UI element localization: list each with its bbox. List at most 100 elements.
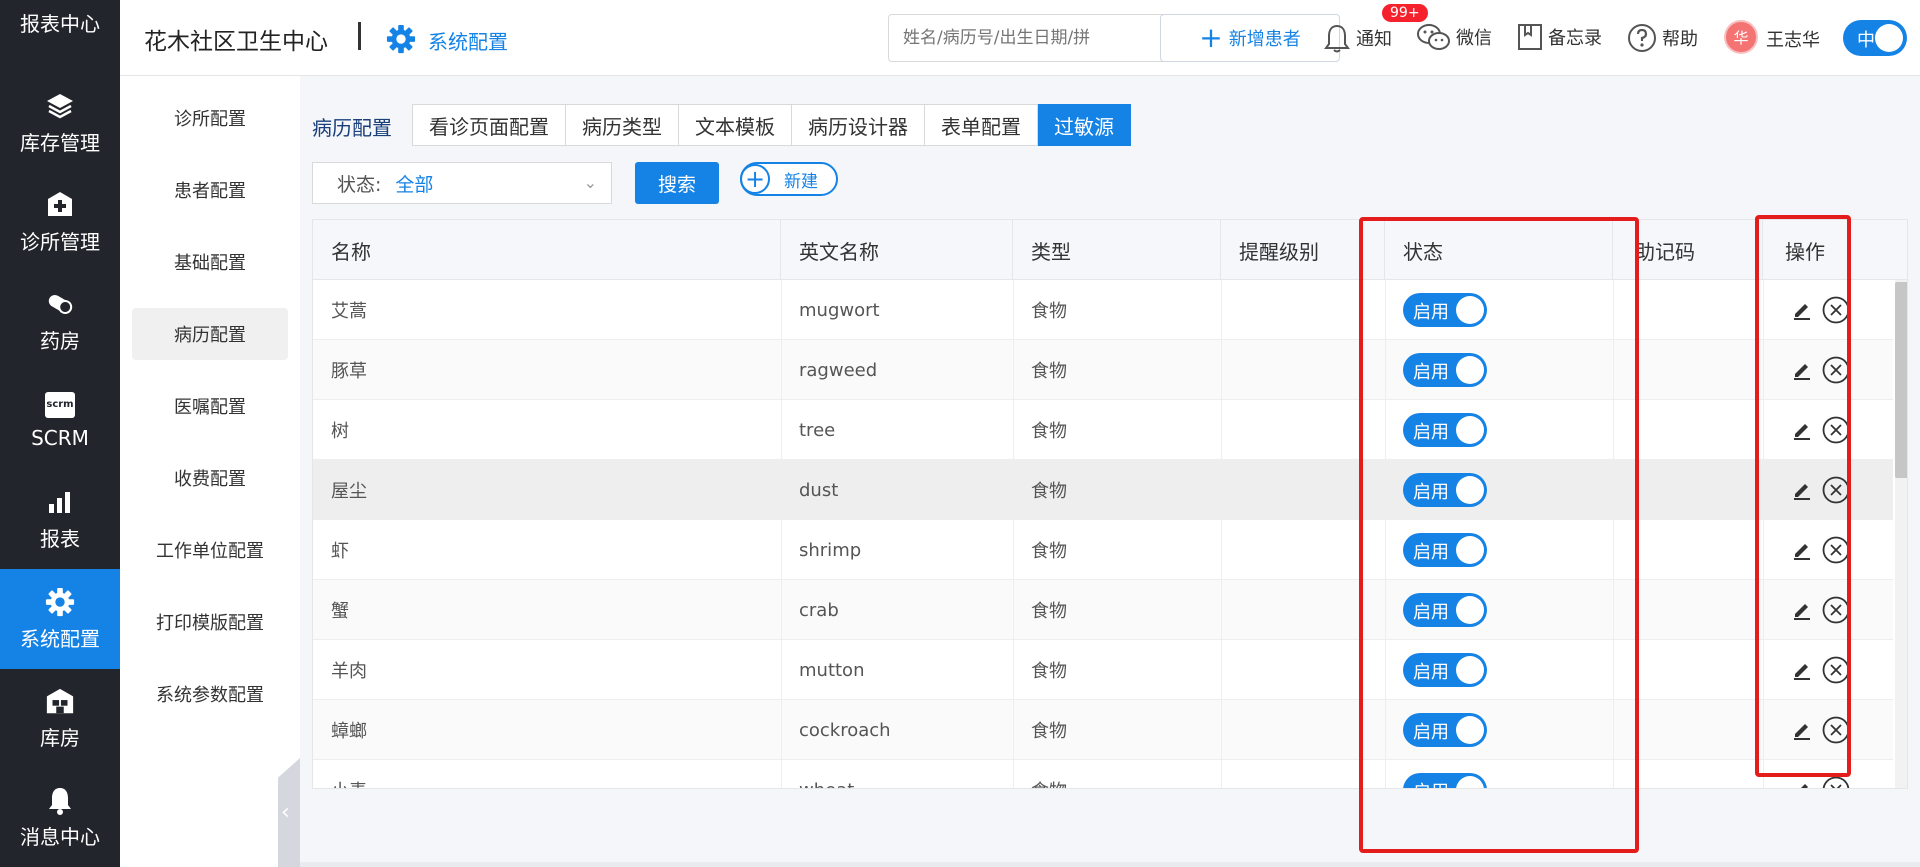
- nav-label: SCRM: [31, 426, 89, 450]
- cell-name: 树: [331, 421, 349, 442]
- user-name: 王志华: [1766, 30, 1820, 51]
- nav-label: 报表中心: [20, 11, 100, 36]
- cell-type: 食物: [1031, 301, 1067, 322]
- table-row: 树 tree 食物 启用: [313, 400, 1893, 460]
- section-label: 病历配置: [312, 116, 392, 140]
- user-menu[interactable]: 华 王志华: [1724, 20, 1820, 54]
- cell-name: 蟑螂: [331, 721, 367, 742]
- cell-type: 食物: [1031, 721, 1067, 742]
- allergen-table: 名称 英文名称 类型 提醒级别 状态 助记码 操作 艾蒿 mugwort 食物 启用豚…: [312, 219, 1908, 789]
- report-center-icon: [45, 0, 75, 2]
- tab-record-designer[interactable]: 病历设计器: [792, 104, 925, 146]
- column-header-name: 名称: [313, 220, 781, 280]
- cell-english-name: wheat: [781, 760, 1013, 789]
- bottom-strip: [300, 862, 1920, 867]
- nav-item-report-center[interactable]: 报表中心: [0, 0, 120, 54]
- notify-badge: 99+: [1382, 4, 1428, 22]
- tab-record-types[interactable]: 病历类型: [566, 104, 679, 146]
- tab-form-config[interactable]: 表单配置: [925, 104, 1038, 146]
- nav-label: 库存管理: [20, 130, 100, 155]
- tab-text-templates[interactable]: 文本模板: [679, 104, 792, 146]
- cell-name: 艾蒿: [331, 301, 367, 322]
- header-divider: [358, 22, 361, 50]
- table-row: 艾蒿 mugwort 食物 启用: [313, 280, 1893, 340]
- delete-x-circle-icon[interactable]: [1821, 775, 1851, 788]
- nav-label: 诊所管理: [20, 229, 100, 254]
- help-icon: [1628, 24, 1656, 52]
- help-button[interactable]: 帮助: [1626, 22, 1698, 54]
- chevron-down-icon: ⌄: [583, 173, 597, 192]
- table-row: 羊肉 mutton 食物 启用: [313, 640, 1893, 700]
- cell-english-name: dust: [799, 479, 839, 501]
- memo-button[interactable]: 备忘录: [1516, 22, 1602, 52]
- edit-pencil-icon[interactable]: [1791, 779, 1813, 788]
- tab-visit-page-config[interactable]: 看诊页面配置: [412, 104, 566, 146]
- nav-item-reports[interactable]: 报表: [0, 469, 120, 569]
- notify-button[interactable]: 通知: [1322, 22, 1392, 54]
- column-header-type: 类型: [1013, 220, 1221, 280]
- subnav-item-record-config[interactable]: 病历配置: [132, 308, 288, 360]
- subnav-item-patient-config[interactable]: 患者配置: [132, 164, 288, 216]
- plus-circle-icon: +: [740, 164, 770, 194]
- memo-label: 备忘录: [1548, 28, 1602, 49]
- status-filter-label: 状态:: [337, 173, 382, 196]
- nav-item-warehouse[interactable]: 库房: [0, 668, 120, 768]
- subnav-item-clinic-config[interactable]: 诊所配置: [132, 92, 288, 144]
- cell-name: 虾: [331, 541, 349, 562]
- chevron-left-icon: ‹: [281, 800, 290, 825]
- subnav-item-billing-config[interactable]: 收费配置: [132, 452, 288, 504]
- subnav-item-basic-config[interactable]: 基础配置: [132, 236, 288, 288]
- column-divider: [781, 280, 782, 788]
- nav-item-pharmacy[interactable]: 药房: [0, 271, 120, 371]
- new-patient-button[interactable]: + 新增患者: [1160, 14, 1340, 62]
- new-button[interactable]: + 新建: [740, 162, 838, 196]
- wechat-icon: [1417, 24, 1450, 50]
- nav-item-messages[interactable]: 消息中心: [0, 767, 120, 867]
- cell-english-name: crab: [799, 599, 839, 621]
- nav-label: 系统配置: [20, 626, 100, 651]
- tab-allergens[interactable]: 过敏源: [1038, 104, 1131, 146]
- column-divider: [1013, 280, 1014, 788]
- cell-type: 食物: [1031, 421, 1067, 442]
- table-row: 屋尘 dust 食物 启用: [313, 460, 1893, 520]
- language-toggle[interactable]: 中: [1843, 20, 1907, 56]
- cell-type: 食物: [1031, 541, 1067, 562]
- wechat-label: 微信: [1456, 28, 1492, 49]
- nav-label: 消息中心: [20, 824, 100, 849]
- nav-item-scrm[interactable]: scrm SCRM: [0, 370, 120, 470]
- row-actions: [1791, 775, 1851, 788]
- cell-english-name: mutton: [799, 659, 865, 681]
- nav-item-clinic[interactable]: 诊所管理: [0, 172, 120, 272]
- cell-english-name: tree: [799, 419, 836, 441]
- avatar: 华: [1724, 20, 1758, 54]
- actions-column-highlight-box: [1755, 215, 1851, 777]
- pill-icon: [45, 289, 75, 319]
- subnav-item-workunit-config[interactable]: 工作单位配置: [132, 524, 288, 576]
- clinic-name: 花木社区卫生中心: [144, 29, 328, 55]
- cell-type: 食物: [1031, 601, 1067, 622]
- cell-name: 豚草: [331, 361, 367, 382]
- search-button[interactable]: 搜索: [635, 162, 719, 204]
- subnav-item-print-template-config[interactable]: 打印模版配置: [132, 596, 288, 648]
- help-label: 帮助: [1662, 29, 1698, 50]
- cell-english-name: ragweed: [799, 359, 878, 381]
- subnav-item-order-config[interactable]: 医嘱配置: [132, 380, 288, 432]
- subnav-item-system-params-config[interactable]: 系统参数配置: [132, 668, 288, 720]
- table-row: 蟹 crab 食物 启用: [313, 580, 1893, 640]
- column-divider: [1221, 280, 1222, 788]
- cell-type: 食物: [1031, 481, 1067, 502]
- plus-icon: +: [1199, 21, 1223, 54]
- cell-english-name: mugwort: [799, 299, 880, 321]
- column-header-english-name: 英文名称: [781, 220, 1013, 280]
- warehouse-icon: [45, 686, 75, 716]
- left-nav: 报表中心 库存管理 诊所管理 药房 scrm SCRM 报表 系统配置 库房 消…: [0, 0, 120, 867]
- nav-item-system-config[interactable]: 系统配置: [0, 569, 120, 669]
- table-scrollbar-thumb[interactable]: [1895, 282, 1907, 478]
- table-row: 蟑螂 cockroach 食物 启用: [313, 700, 1893, 760]
- status-filter-value: 全部: [395, 173, 434, 196]
- cell-name: 羊肉: [331, 661, 367, 682]
- wechat-button[interactable]: 微信: [1416, 22, 1492, 52]
- status-filter-select[interactable]: 状态: 全部 ⌄: [312, 162, 612, 204]
- nav-item-inventory[interactable]: 库存管理: [0, 73, 120, 173]
- notify-label: 通知: [1356, 29, 1392, 50]
